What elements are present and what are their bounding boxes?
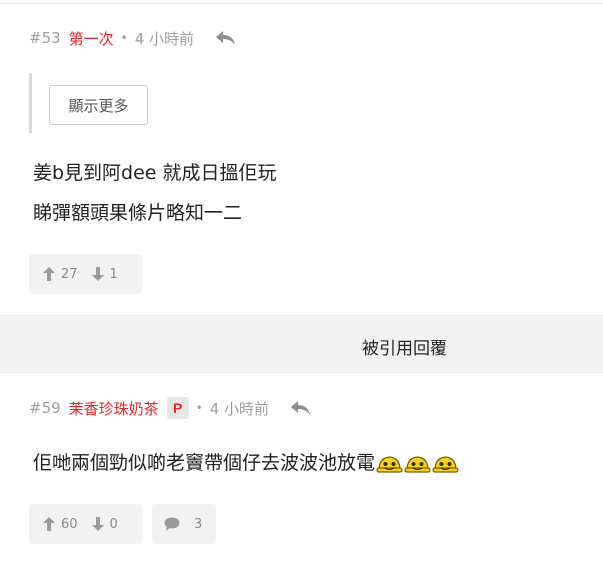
upvote-button[interactable]: 27: [43, 267, 78, 282]
vote-box: 60 0: [29, 504, 142, 544]
emoji-icon: [376, 455, 403, 473]
show-more-button[interactable]: 顯示更多: [49, 85, 148, 125]
separator-dot: •: [195, 401, 203, 415]
vote-box: 27 1: [29, 254, 142, 294]
post-meta: #53 第一次 • 4 小時前: [29, 26, 238, 50]
reply-count: 3: [194, 516, 203, 532]
upvote-button[interactable]: 60: [43, 517, 78, 532]
reply-icon[interactable]: [289, 398, 313, 418]
downvote-count: 1: [109, 266, 118, 282]
comment-button[interactable]: 3: [164, 517, 202, 532]
upvote-icon: [43, 267, 55, 281]
post-actions: 27 1: [29, 254, 142, 294]
post-actions: 60 0 3: [29, 504, 216, 544]
post-meta: #59 茉香珍珠奶茶 P • 4 小時前: [29, 396, 313, 420]
quote-border: [29, 73, 32, 133]
emoji-group: [375, 452, 459, 474]
post-content: 佢哋兩個勁似啲老竇帶個仔去波波池放電: [33, 443, 459, 483]
quoted-replies-bar[interactable]: 被引用回覆: [0, 315, 603, 373]
emoji-icon: [404, 455, 431, 473]
emoji-icon: [432, 455, 459, 473]
reply-icon[interactable]: [214, 28, 238, 48]
floor-number: #53: [29, 29, 61, 47]
downvote-count: 0: [109, 516, 118, 532]
username[interactable]: 第一次: [69, 28, 114, 49]
top-divider: [0, 0, 603, 4]
upvote-icon: [43, 517, 55, 531]
comment-icon: [164, 517, 180, 531]
upvote-count: 27: [61, 266, 78, 282]
content-line: 睇彈額頭果條片略知一二: [33, 202, 243, 224]
username[interactable]: 茉香珍珠奶茶: [69, 398, 159, 419]
downvote-button[interactable]: 1: [91, 266, 118, 282]
separator-dot: •: [120, 31, 128, 45]
upvote-count: 60: [61, 516, 78, 532]
floor-number: #59: [29, 399, 61, 417]
downvote-button[interactable]: 0: [91, 516, 118, 532]
content-line: 姜b見到阿dee 就成日搵佢玩: [33, 162, 277, 184]
quoted-replies-label[interactable]: 被引用回覆: [362, 334, 447, 359]
downvote-icon: [91, 267, 104, 281]
downvote-icon: [91, 517, 104, 531]
post-content: 姜b見到阿dee 就成日搵佢玩 睇彈額頭果條片略知一二: [33, 153, 277, 233]
comment-box[interactable]: 3: [152, 504, 216, 544]
post-time: 4 小時前: [134, 29, 195, 48]
post-time: 4 小時前: [209, 399, 270, 418]
p-badge: P: [166, 397, 189, 419]
content-line: 佢哋兩個勁似啲老竇帶個仔去波波池放電: [33, 452, 376, 474]
